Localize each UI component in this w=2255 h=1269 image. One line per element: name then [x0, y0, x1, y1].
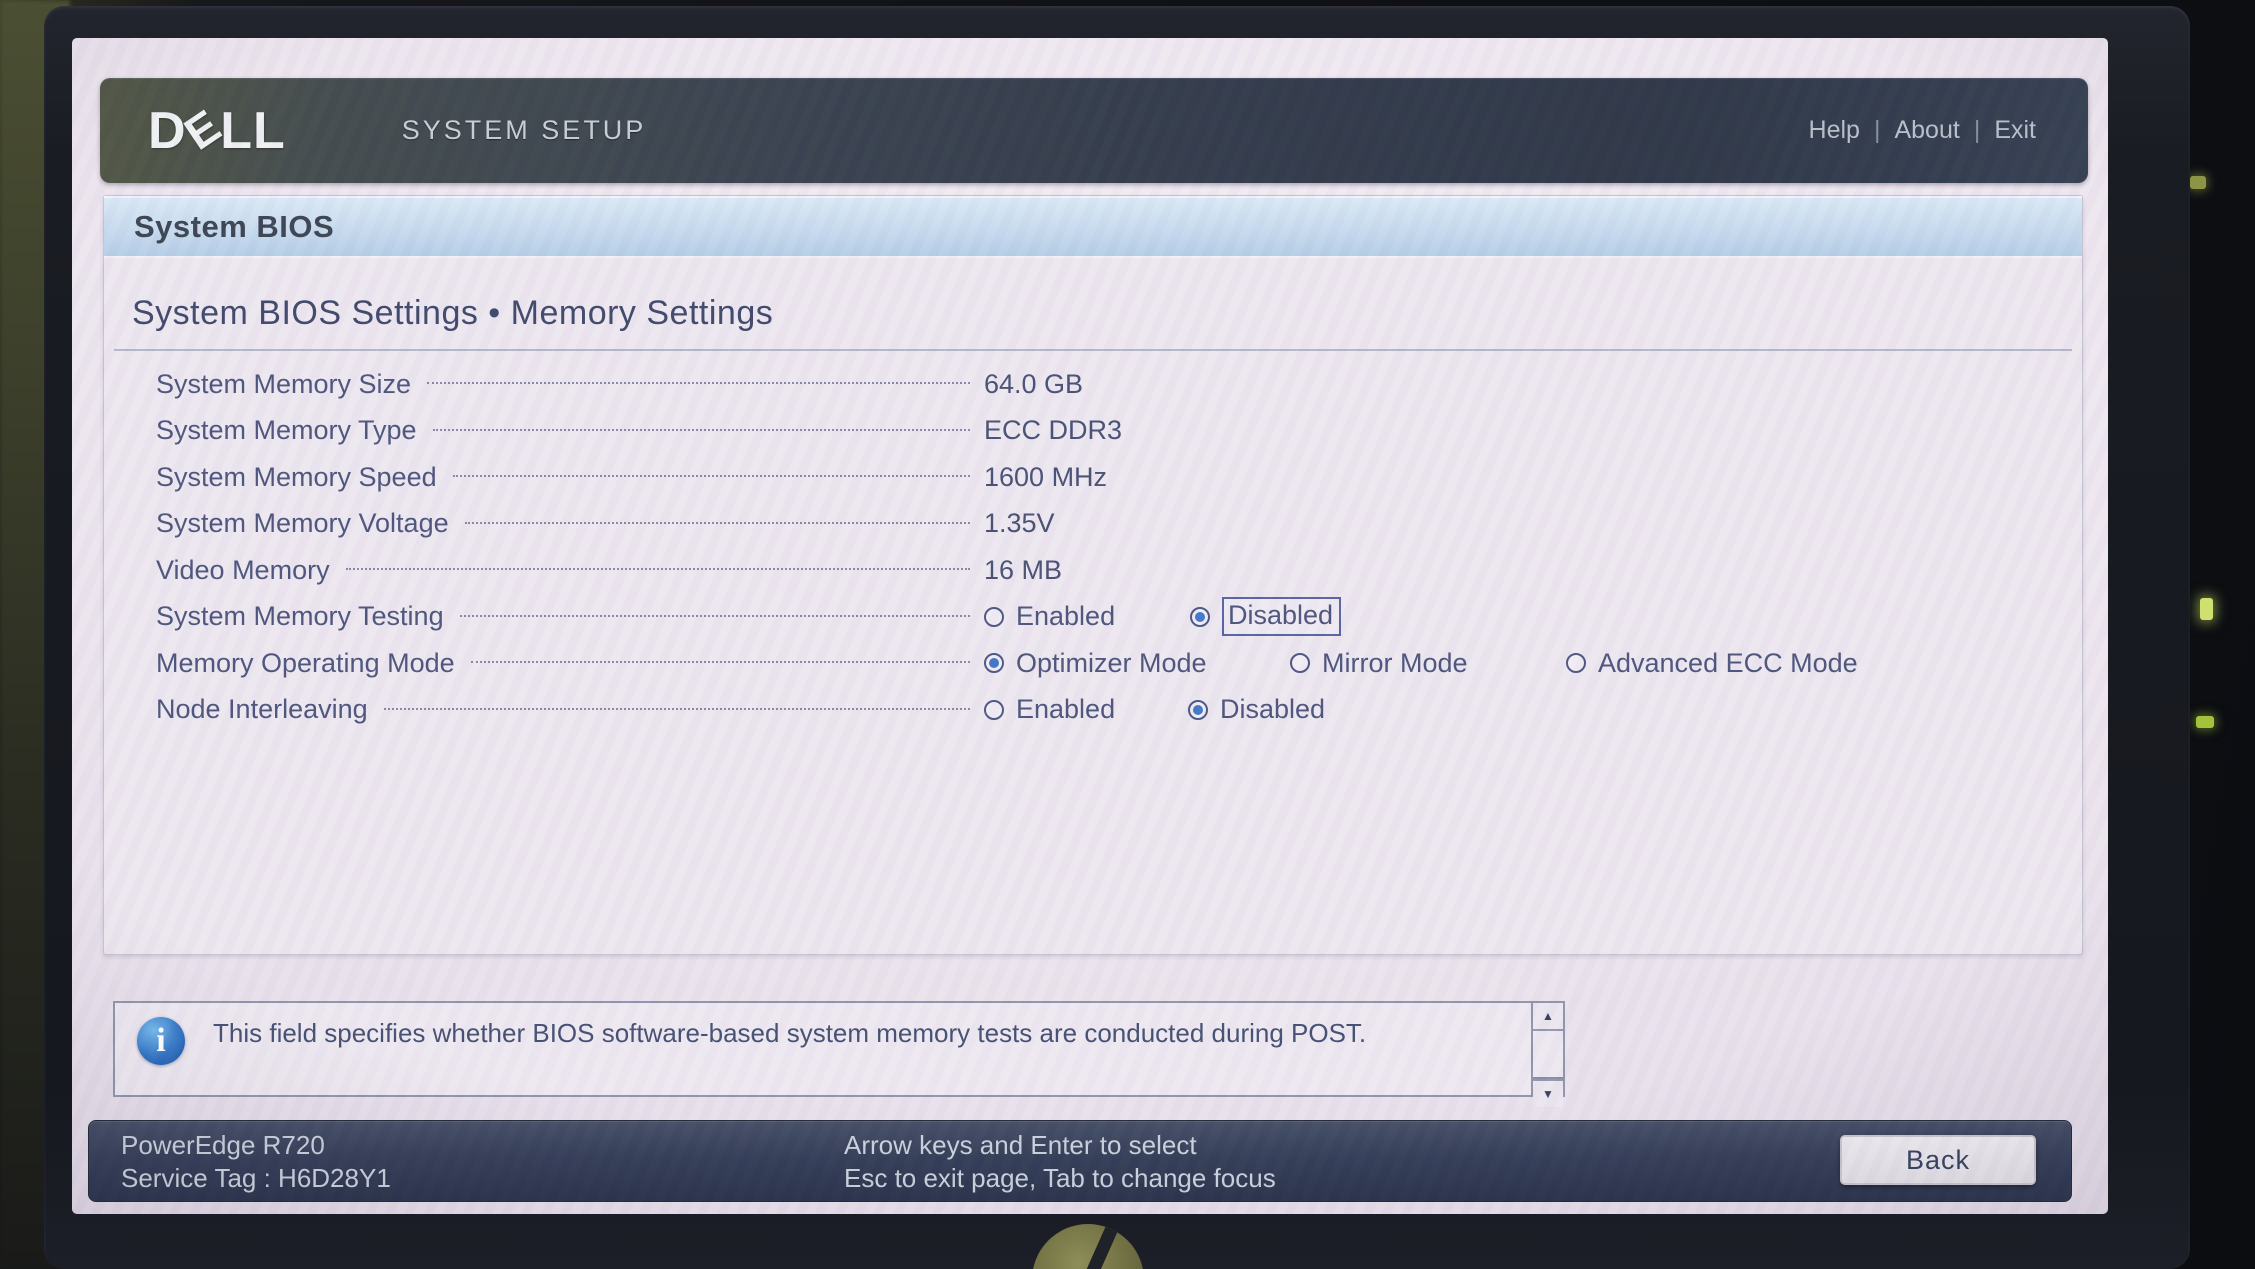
radio-selected-icon[interactable]	[1188, 699, 1208, 720]
setting-label: System Memory Testing	[156, 601, 444, 632]
section-title: System BIOS	[134, 209, 335, 244]
setting-row: System Memory Size 64.0 GB	[104, 361, 2082, 408]
help-link[interactable]: Help	[1809, 116, 1860, 145]
service-tag: Service Tag : H6D28Y1	[121, 1163, 391, 1193]
dotted-leader	[470, 661, 970, 664]
setting-label: System Memory Size	[156, 368, 412, 399]
setting-row: System Memory Testing Enabled Disabled	[104, 594, 2082, 641]
dotted-leader	[383, 707, 970, 710]
dell-logo-letter: LL	[220, 101, 286, 160]
model-name: PowerEdge R720	[121, 1130, 325, 1160]
settings-rows: System Memory Size 64.0 GB System Memory T…	[104, 361, 2082, 733]
radio-unselected-icon[interactable]	[984, 606, 1004, 627]
background-led	[2190, 176, 2206, 189]
setting-row: System Memory Speed 1600 MHz	[104, 454, 2082, 501]
breadcrumb-title: System BIOS Settings • Memory Settings	[132, 294, 774, 332]
dotted-leader	[459, 614, 970, 617]
radio-option[interactable]: Advanced ECC Mode	[1566, 648, 1858, 679]
footer-bar: PowerEdge R720 Service Tag : H6D28Y1 Arr…	[88, 1120, 2072, 1202]
top-bar: D E LL SYSTEM SETUP Help | About | Exit	[100, 78, 2088, 183]
topbar-links: Help | About | Exit	[1809, 116, 2036, 145]
setting-value-area: Optimizer Mode Mirror Mode Advanced ECC Mo…	[984, 648, 2082, 679]
dell-logo-icon: D E LL	[148, 98, 286, 161]
info-text: This field specifies whether BIOS softwa…	[213, 1018, 1367, 1048]
radio-selected-icon[interactable]	[1190, 606, 1210, 627]
radio-option-label: Advanced ECC Mode	[1598, 647, 1858, 678]
scroll-up-button[interactable]: ▲	[1533, 1003, 1563, 1031]
photo-background: D E LL SYSTEM SETUP Help | About | Exit Sy…	[0, 0, 2255, 1269]
setting-label: Node Interleaving	[156, 694, 368, 725]
radio-option-label: Optimizer Mode	[1016, 647, 1207, 678]
scroll-thumb[interactable]	[1533, 1031, 1563, 1079]
dotted-leader	[432, 428, 970, 431]
setting-value-area: Enabled Disabled	[984, 694, 2082, 725]
dotted-leader	[464, 521, 970, 524]
back-button[interactable]: Back	[1840, 1135, 2036, 1185]
exit-link[interactable]: Exit	[1994, 116, 2036, 145]
bios-screen: D E LL SYSTEM SETUP Help | About | Exit Sy…	[72, 38, 2108, 1214]
info-panel: i This field specifies whether BIOS soft…	[113, 1001, 1565, 1107]
radio-unselected-icon[interactable]	[1566, 653, 1586, 674]
setting-value-area: ECC DDR3	[984, 415, 2082, 446]
hp-logo-slash	[1056, 1224, 1121, 1269]
setting-value-area: 64.0 GB	[984, 369, 2082, 400]
radio-option-label: Disabled	[1220, 694, 1326, 725]
content-panel: System BIOS System BIOS Settings • Memor…	[103, 195, 2083, 955]
about-link[interactable]: About	[1894, 116, 1959, 145]
dotted-leader	[427, 382, 970, 385]
system-identity: PowerEdge R720 Service Tag : H6D28Y1	[121, 1129, 391, 1195]
radio-option-label: Enabled	[1016, 601, 1116, 632]
setting-label: Video Memory	[156, 554, 330, 585]
radio-option[interactable]: Enabled	[984, 694, 1188, 725]
setting-label: System Memory Speed	[156, 461, 437, 492]
setting-row: Node Interleaving Enabled Disabled	[104, 687, 2082, 734]
scroll-down-button[interactable]: ▼	[1533, 1079, 1563, 1107]
setting-row: Memory Operating Mode Optimizer Mode Mirro…	[104, 640, 2082, 687]
setting-value-area: Enabled Disabled	[984, 597, 2082, 637]
setting-label: System Memory Voltage	[156, 508, 449, 539]
radio-unselected-icon[interactable]	[1290, 653, 1310, 674]
hint-line-1: Arrow keys and Enter to select	[844, 1130, 1197, 1160]
setting-value: 1600 MHz	[984, 461, 1108, 492]
info-icon: i	[137, 1017, 185, 1065]
section-header: System BIOS	[104, 196, 2082, 258]
radio-option-label: Disabled	[1222, 597, 1342, 637]
radio-option-label: Mirror Mode	[1322, 647, 1468, 678]
setting-value: ECC DDR3	[984, 415, 1123, 446]
setting-row: Video Memory 16 MB	[104, 547, 2082, 594]
setting-value: 64.0 GB	[984, 368, 1084, 399]
radio-selected-icon[interactable]	[984, 653, 1004, 674]
radio-option[interactable]: Optimizer Mode	[984, 648, 1290, 679]
radio-option[interactable]: Disabled	[1188, 694, 1325, 725]
setting-value-area: 1.35V	[984, 508, 2082, 539]
setting-value-area: 1600 MHz	[984, 462, 2082, 493]
radio-option[interactable]: Mirror Mode	[1290, 648, 1566, 679]
radio-option[interactable]: Enabled	[984, 601, 1190, 632]
setting-value: 16 MB	[984, 554, 1063, 585]
radio-option-label: Enabled	[1016, 694, 1116, 725]
radio-unselected-icon[interactable]	[984, 699, 1004, 720]
setting-row: System Memory Type ECC DDR3	[104, 408, 2082, 455]
background-led	[2196, 716, 2214, 728]
setting-value-area: 16 MB	[984, 555, 2082, 586]
info-scrollbar[interactable]: ▲ ▼	[1531, 1003, 1563, 1107]
setting-row: System Memory Voltage 1.35V	[104, 501, 2082, 548]
key-hints: Arrow keys and Enter to select Esc to ex…	[844, 1129, 1276, 1195]
hint-line-2: Esc to exit page, Tab to change focus	[844, 1163, 1276, 1193]
radio-option[interactable]: Disabled	[1190, 597, 1342, 637]
system-setup-title: SYSTEM SETUP	[401, 115, 647, 145]
setting-value: 1.35V	[984, 508, 1055, 539]
link-separator: |	[1873, 116, 1881, 144]
link-separator: |	[1973, 116, 1981, 144]
dotted-leader	[452, 475, 970, 478]
setting-label: Memory Operating Mode	[156, 647, 455, 678]
title-divider	[114, 349, 2072, 351]
setting-label: System Memory Type	[156, 415, 417, 446]
background-led	[2200, 598, 2213, 620]
dell-logo-letter: D	[148, 101, 187, 160]
dotted-leader	[345, 568, 970, 571]
